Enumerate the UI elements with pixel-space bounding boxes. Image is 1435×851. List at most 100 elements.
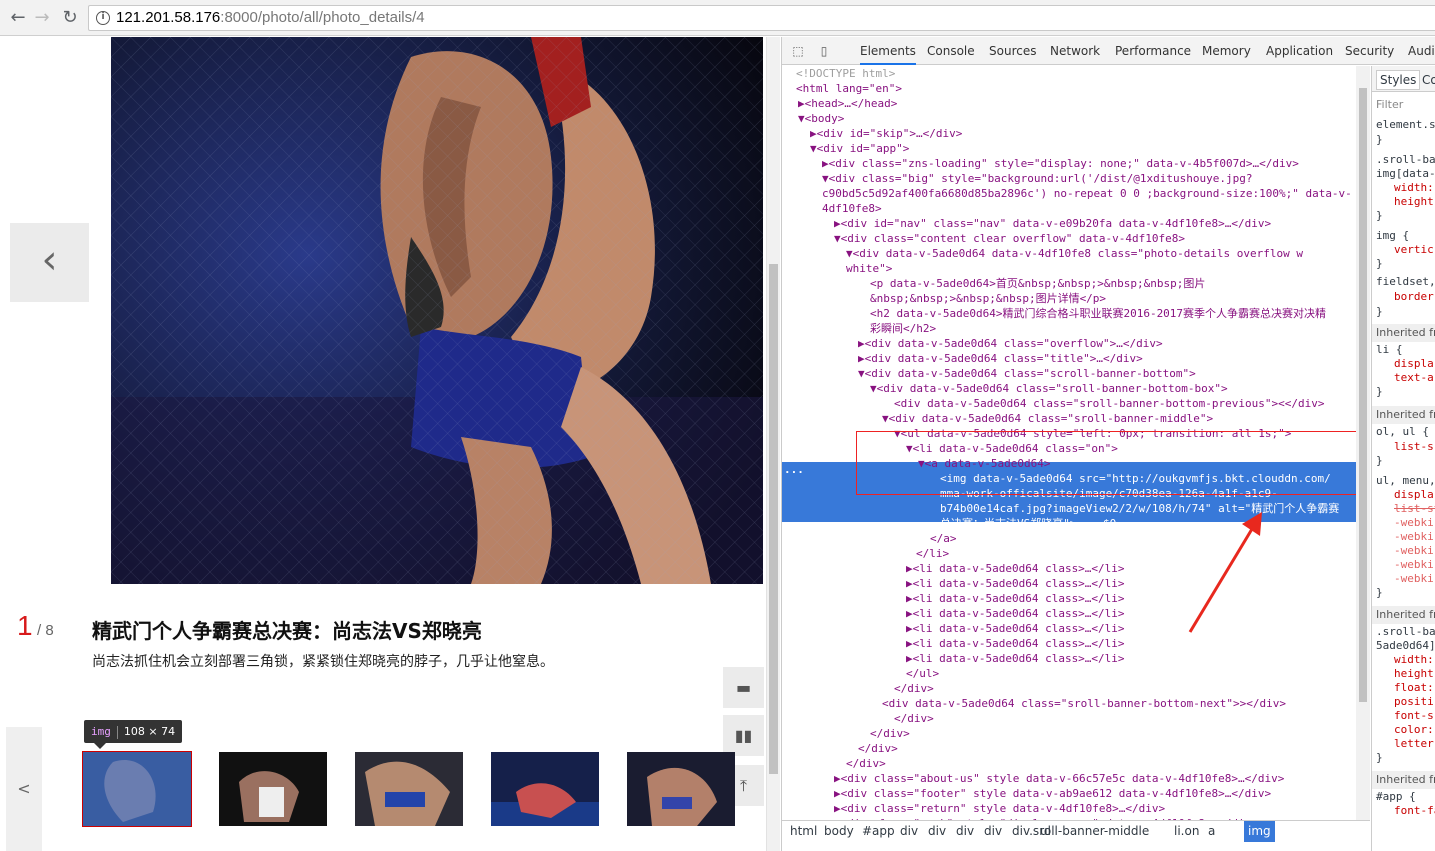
dom-line[interactable]: <!DOCTYPE html> xyxy=(796,66,895,81)
inspect-tooltip: img 108 × 74 xyxy=(84,720,183,749)
tab-audits[interactable]: Audi xyxy=(1408,37,1435,65)
dom-line[interactable]: <div data-v-5ade0d64 class="sroll-banner… xyxy=(882,696,1286,711)
style-rule-line: } xyxy=(1376,257,1383,270)
dom-line[interactable]: ▶<head>…</head> xyxy=(798,96,897,111)
style-rule-line: letter xyxy=(1394,737,1434,750)
styles-filter-input[interactable]: Filter xyxy=(1376,98,1403,111)
dom-line[interactable]: 总决赛：尚志法VS郑晓亮"> == $0 xyxy=(940,516,1116,531)
dom-line[interactable]: 4df10fe8> xyxy=(822,201,882,216)
dom-line[interactable]: c90bd5c5d92af400fa6680d85ba2896c') no-re… xyxy=(822,186,1352,201)
breadcrumb-item[interactable]: li.on xyxy=(1170,821,1203,842)
style-rule-line: } xyxy=(1376,586,1383,599)
tab-styles[interactable]: Styles xyxy=(1376,70,1421,90)
forward-icon[interactable]: → xyxy=(30,6,54,30)
dom-line[interactable]: </li> xyxy=(916,546,949,561)
style-rule-line: 5ade0d64] xyxy=(1376,639,1435,652)
breadcrumb-item[interactable]: div xyxy=(924,821,950,842)
dom-line[interactable]: <p data-v-5ade0d64>首页&nbsp;&nbsp;>&nbsp;… xyxy=(870,276,1205,291)
dom-line[interactable]: </a> xyxy=(930,531,957,546)
dom-line[interactable]: ▶<div class="footer" style data-v-ab9ae6… xyxy=(834,786,1271,801)
dom-line[interactable]: ▼<div class="big" style="background:url(… xyxy=(822,171,1252,186)
tab-computed[interactable]: Co xyxy=(1422,70,1435,90)
dom-scrollbar[interactable] xyxy=(1356,66,1370,820)
book-icon[interactable]: ▮▮ xyxy=(723,715,764,756)
style-rule-line: text-a xyxy=(1394,371,1434,384)
tab-sources[interactable]: Sources xyxy=(989,37,1036,65)
tab-security[interactable]: Security xyxy=(1345,37,1394,65)
reload-icon[interactable]: ↻ xyxy=(58,6,82,30)
dom-line[interactable]: &nbsp;&nbsp;>&nbsp;&nbsp;图片详情</p> xyxy=(870,291,1106,306)
dom-line[interactable]: ▶<li data-v-5ade0d64 class>…</li> xyxy=(906,576,1125,591)
dom-line[interactable]: 彩瞬间</h2> xyxy=(870,321,936,336)
address-bar[interactable]: i 121.201.58.176:8000/photo/all/photo_de… xyxy=(88,5,1435,31)
breadcrumb-item[interactable]: ul xyxy=(1036,821,1055,842)
thumbnail-prev-button[interactable]: < xyxy=(6,727,42,851)
style-rule-line: element.s xyxy=(1376,118,1435,131)
tab-memory[interactable]: Memory xyxy=(1202,37,1251,65)
dom-line[interactable]: </div> xyxy=(894,681,934,696)
tab-application[interactable]: Application xyxy=(1266,37,1333,65)
dom-line[interactable]: <h2 data-v-5ade0d64>精武门综合格斗职业联赛2016-2017… xyxy=(870,306,1326,321)
dom-line[interactable]: </ul> xyxy=(906,666,939,681)
dom-line[interactable]: ▶<li data-v-5ade0d64 class>…</li> xyxy=(906,636,1125,651)
tab-performance[interactable]: Performance xyxy=(1115,37,1191,65)
style-rule-line: displa xyxy=(1394,357,1434,370)
tab-elements[interactable]: Elements xyxy=(860,37,916,65)
dom-line[interactable]: white"> xyxy=(846,261,892,276)
dom-line[interactable]: ▼<div id="app"> xyxy=(810,141,909,156)
dom-line[interactable]: ▼<div data-v-5ade0d64 data-v-4df10fe8 cl… xyxy=(846,246,1303,261)
thumbnail-3[interactable] xyxy=(355,752,463,826)
dom-line[interactable]: ▶<li data-v-5ade0d64 class>…</li> xyxy=(906,606,1125,621)
thumbnail-2[interactable] xyxy=(219,752,327,826)
breadcrumb-item[interactable]: div xyxy=(952,821,978,842)
counter-total: / 8 xyxy=(37,622,54,639)
dom-line[interactable]: <html lang="en"> xyxy=(796,81,902,96)
device-toolbar-icon[interactable]: ▯ xyxy=(816,43,832,59)
dom-line[interactable]: ▶<div class="return" style data-v-4df10f… xyxy=(834,801,1165,816)
dom-line[interactable]: ▼<div data-v-5ade0d64 class="scroll-bann… xyxy=(858,366,1196,381)
breadcrumb-item[interactable]: html xyxy=(786,821,821,842)
breadcrumb-item[interactable]: div xyxy=(896,821,922,842)
breadcrumb-item[interactable]: #app xyxy=(858,821,899,842)
dom-line[interactable]: ▶<div id="nav" class="nav" data-v-e09b20… xyxy=(834,216,1271,231)
dom-line[interactable]: ▶<li data-v-5ade0d64 class>…</li> xyxy=(906,591,1125,606)
dom-line[interactable]: ▶<div class="about-us" style data-v-66c5… xyxy=(834,771,1284,786)
dom-line[interactable]: </div> xyxy=(846,756,886,771)
dom-line[interactable]: ▶<div id="skip">…</div> xyxy=(810,126,962,141)
breadcrumb-item[interactable]: div.sroll-banner-middle xyxy=(1008,821,1153,842)
dom-line[interactable]: ▶<li data-v-5ade0d64 class>…</li> xyxy=(906,651,1125,666)
page-scrollbar[interactable] xyxy=(766,37,780,851)
style-rule-line: height xyxy=(1394,667,1434,680)
main-photo xyxy=(111,37,763,584)
browser-toolbar: ← → ↻ i 121.201.58.176:8000/photo/all/ph… xyxy=(0,0,1435,36)
dom-line[interactable]: </div> xyxy=(894,711,934,726)
dom-line[interactable]: ▶<div data-v-5ade0d64 class="overflow">…… xyxy=(858,336,1163,351)
dom-line[interactable]: ▼<div class="content clear overflow" dat… xyxy=(834,231,1185,246)
photo-prev-button[interactable]: ‹ xyxy=(10,223,89,302)
tab-network[interactable]: Network xyxy=(1050,37,1100,65)
tab-console[interactable]: Console xyxy=(927,37,975,65)
style-rule-line: positi xyxy=(1394,695,1434,708)
breadcrumb-item[interactable]: div xyxy=(980,821,1006,842)
ticket-icon[interactable]: ▬ xyxy=(723,667,764,708)
breadcrumb-item[interactable]: img xyxy=(1244,821,1275,842)
dom-line[interactable]: ▶<li data-v-5ade0d64 class>…</li> xyxy=(906,621,1125,636)
breadcrumb-item[interactable]: a xyxy=(1204,821,1219,842)
back-icon[interactable]: ← xyxy=(6,6,30,30)
thumbnail-5[interactable] xyxy=(627,752,735,826)
dom-line[interactable]: b74b00e14caf.jpg?imageView2/2/w/108/h/74… xyxy=(940,501,1339,516)
dom-line[interactable]: <div data-v-5ade0d64 class="sroll-banner… xyxy=(894,396,1324,411)
dom-line[interactable]: ▶<div data-v-5ade0d64 class="title">…</d… xyxy=(858,351,1143,366)
dom-line[interactable]: ▶<li data-v-5ade0d64 class>…</li> xyxy=(906,561,1125,576)
dom-line[interactable]: ▶<div class="zns-loading" style="display… xyxy=(822,156,1299,171)
dom-line[interactable]: </div> xyxy=(870,726,910,741)
dom-line[interactable]: ▼<div data-v-5ade0d64 class="sroll-banne… xyxy=(870,381,1228,396)
selected-node-annotation-box xyxy=(856,431,1357,495)
inspect-element-icon[interactable]: ⬚ xyxy=(790,43,806,59)
dom-line[interactable]: ▼<div data-v-5ade0d64 class="sroll-banne… xyxy=(882,411,1213,426)
dom-line[interactable]: </div> xyxy=(858,741,898,756)
dom-line[interactable]: ▼<body> xyxy=(798,111,844,126)
thumbnail-4[interactable] xyxy=(491,752,599,826)
breadcrumb-item[interactable]: body xyxy=(820,821,858,842)
site-info-icon[interactable]: i xyxy=(96,11,110,25)
